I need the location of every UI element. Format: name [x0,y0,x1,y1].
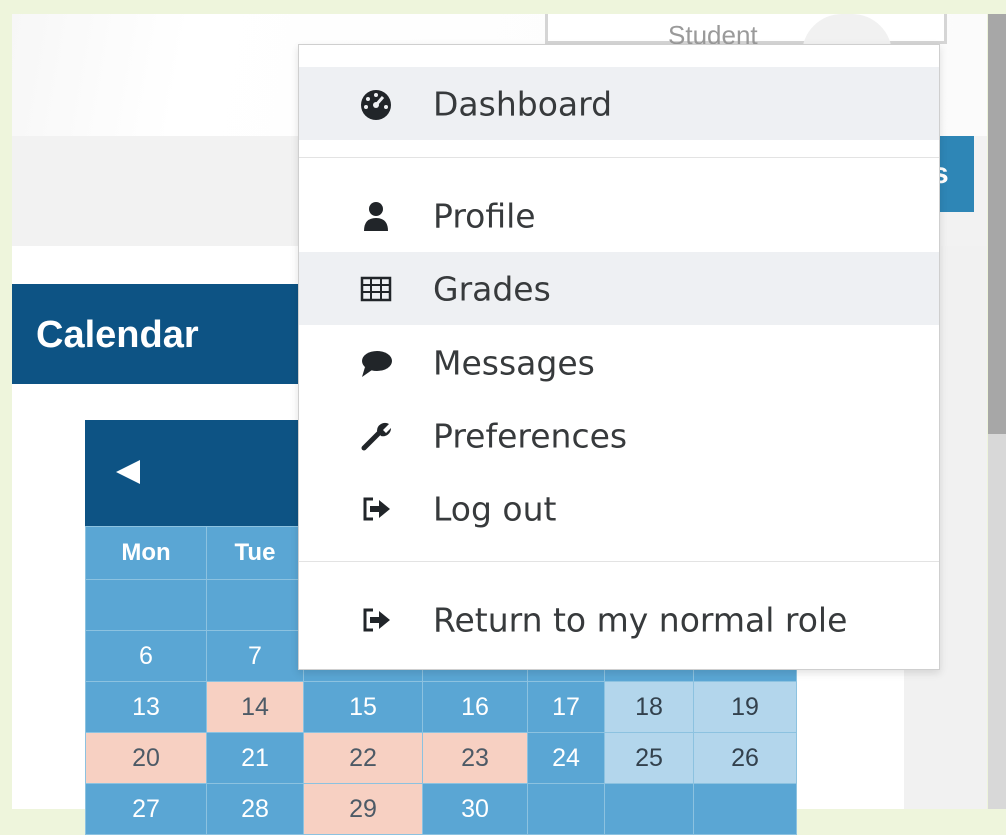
calendar-day-cell[interactable]: 6 [85,630,207,682]
calendar-day-cell[interactable]: 24 [527,732,605,784]
calendar-day-cell[interactable] [206,579,304,631]
dashboard-gauge-icon [361,89,391,120]
menu-item-messages[interactable]: Messages [299,326,939,399]
menu-item-return-normal-role[interactable]: Return to my normal role [299,583,939,656]
calendar-day-cell[interactable]: 27 [85,783,207,835]
menu-item-grades[interactable]: Grades [299,252,939,325]
menu-item-label: Log out [433,489,557,528]
user-menu-dropdown: Dashboard Profile Grades Messages Prefer [298,44,940,670]
sign-out-icon [363,608,390,631]
calendar-day-cell[interactable] [527,783,605,835]
calendar-day-cell[interactable]: 13 [85,681,207,733]
speech-bubble-icon [362,350,392,377]
calendar-week-row: 13 14 15 16 17 18 19 [85,681,797,733]
menu-divider [299,157,939,158]
calendar-week-row: 27 28 29 30 [85,783,797,835]
menu-divider [299,561,939,562]
left-triangle-icon[interactable] [112,456,144,488]
calendar-day-cell[interactable]: 16 [422,681,528,733]
calendar-day-cell[interactable] [604,783,694,835]
calendar-day-cell[interactable]: 15 [303,681,423,733]
menu-item-profile[interactable]: Profile [299,179,939,252]
calendar-day-cell[interactable]: 29 [303,783,423,835]
calendar-day-cell[interactable]: 7 [206,630,304,682]
calendar-day-cell[interactable]: 28 [206,783,304,835]
menu-item-logout[interactable]: Log out [299,472,939,545]
calendar-day-cell[interactable] [85,579,207,631]
calendar-day-cell[interactable]: 25 [604,732,694,784]
calendar-day-cell[interactable]: 22 [303,732,423,784]
menu-item-label: Dashboard [433,84,613,123]
menu-item-label: Grades [433,269,551,308]
wrench-icon [361,422,392,450]
weekday-header: Mon [85,526,207,580]
calendar-title: Calendar [36,314,199,356]
calendar-day-cell[interactable]: 30 [422,783,528,835]
calendar-day-cell[interactable]: 19 [693,681,797,733]
calendar-day-cell[interactable] [693,783,797,835]
menu-item-preferences[interactable]: Preferences [299,399,939,472]
weekday-header: Tue [206,526,304,580]
calendar-day-cell[interactable]: 14 [206,681,304,733]
scrollbar-thumb[interactable] [988,14,1006,434]
menu-item-label: Preferences [433,416,628,455]
menu-item-label: Profile [433,196,536,235]
table-icon [360,276,392,301]
calendar-week-row: 20 21 22 23 24 25 26 [85,732,797,784]
calendar-day-cell[interactable]: 20 [85,732,207,784]
calendar-day-cell[interactable]: 18 [604,681,694,733]
menu-item-dashboard[interactable]: Dashboard [299,67,939,140]
calendar-day-cell[interactable]: 21 [206,732,304,784]
user-icon [364,201,388,231]
calendar-day-cell[interactable]: 17 [527,681,605,733]
menu-item-label: Return to my normal role [433,600,848,639]
calendar-day-cell[interactable]: 23 [422,732,528,784]
sign-out-icon [363,497,390,520]
menu-item-label: Messages [433,343,595,382]
calendar-day-cell[interactable]: 26 [693,732,797,784]
